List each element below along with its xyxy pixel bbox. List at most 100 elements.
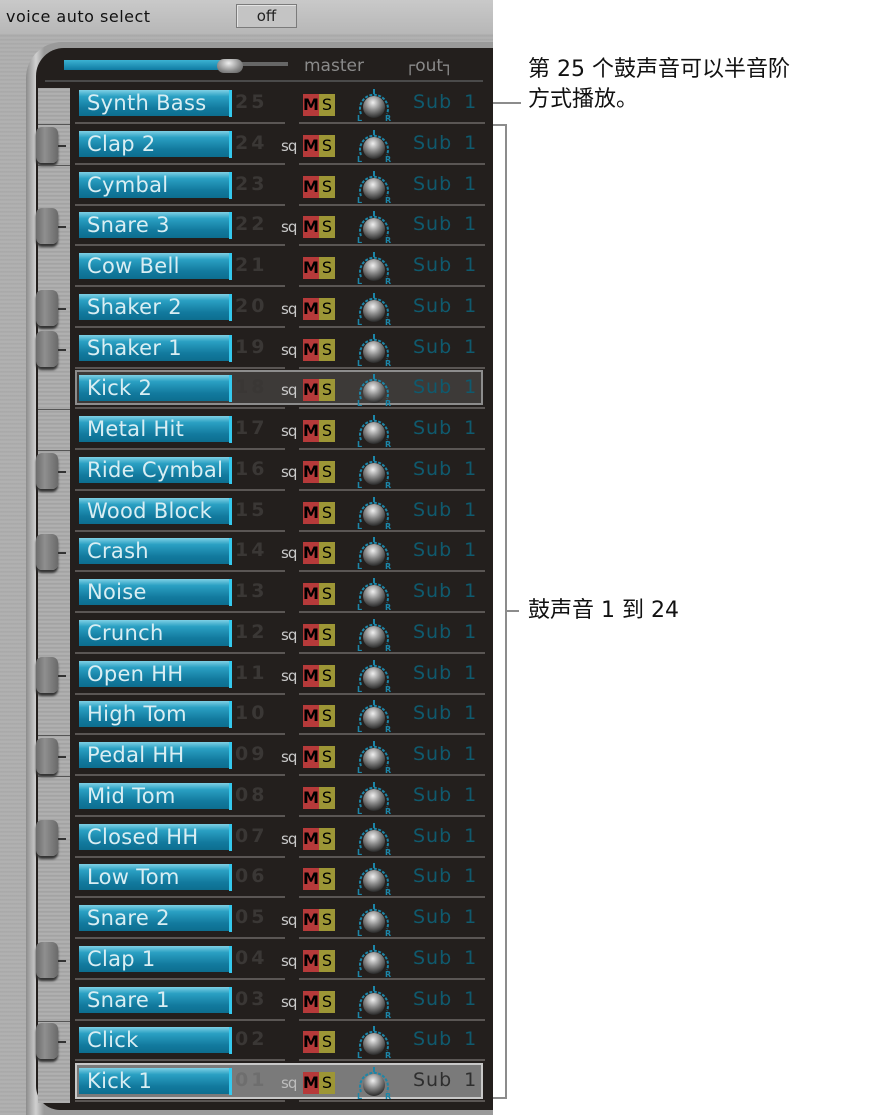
voice-row[interactable]: Ride Cymbal 16 sq M S L R Sub 1 bbox=[73, 451, 485, 491]
output-selector[interactable]: Sub 1 bbox=[413, 825, 483, 847]
group-handle[interactable] bbox=[36, 1023, 58, 1060]
pan-knob[interactable]: LR bbox=[355, 494, 393, 530]
mute-button[interactable]: M bbox=[303, 990, 319, 1013]
voice-row[interactable]: Cymbal 23 M S L R Sub 1 bbox=[73, 166, 485, 206]
voice-row[interactable]: High Tom 10 M S L R Sub 1 bbox=[73, 695, 485, 736]
pan-knob[interactable]: LR bbox=[355, 331, 393, 367]
output-selector[interactable]: Sub 1 bbox=[413, 417, 483, 439]
output-selector[interactable]: Sub 1 bbox=[413, 376, 483, 398]
group-handle[interactable] bbox=[36, 534, 58, 571]
mute-button[interactable]: M bbox=[303, 664, 319, 687]
pan-knob[interactable]: LR bbox=[355, 575, 393, 611]
solo-button[interactable]: S bbox=[319, 786, 335, 809]
voice-row[interactable]: Snare 3 22 sq M S L R Sub 1 bbox=[73, 206, 485, 247]
solo-button[interactable]: S bbox=[319, 94, 335, 116]
pan-knob[interactable]: LR bbox=[355, 249, 393, 285]
group-handle[interactable] bbox=[36, 452, 58, 489]
pan-knob[interactable]: LR bbox=[355, 208, 393, 244]
output-selector[interactable]: Sub 1 bbox=[413, 336, 483, 358]
group-handle[interactable] bbox=[36, 941, 58, 978]
voice-row[interactable]: Synth Bass 25 M S L R Sub 1 bbox=[73, 84, 485, 124]
group-handle[interactable] bbox=[36, 208, 58, 245]
voice-name-field[interactable]: Noise bbox=[79, 579, 229, 605]
solo-button[interactable]: S bbox=[319, 868, 335, 891]
output-selector[interactable]: Sub 1 bbox=[413, 580, 483, 602]
voice-row[interactable]: Crunch 12 sq M S L R Sub 1 bbox=[73, 614, 485, 654]
mute-button[interactable]: M bbox=[303, 379, 319, 402]
solo-button[interactable]: S bbox=[319, 420, 335, 442]
output-selector[interactable]: Sub 1 bbox=[413, 621, 483, 643]
pan-knob[interactable]: LR bbox=[355, 168, 393, 204]
solo-button[interactable]: S bbox=[319, 216, 335, 239]
solo-button[interactable]: S bbox=[319, 379, 335, 402]
voice-name-field[interactable]: Cow Bell bbox=[79, 253, 229, 279]
output-selector[interactable]: Sub 1 bbox=[413, 702, 483, 724]
voice-name-field[interactable]: Pedal HH bbox=[79, 742, 229, 768]
voice-name-field[interactable]: Clap 1 bbox=[79, 945, 229, 972]
solo-button[interactable]: S bbox=[319, 990, 335, 1013]
mute-button[interactable]: M bbox=[303, 909, 319, 931]
voice-row[interactable]: Snare 2 05 sq M S L R Sub 1 bbox=[73, 899, 485, 939]
voice-name-field[interactable]: Shaker 2 bbox=[79, 293, 229, 320]
mute-button[interactable]: M bbox=[303, 460, 319, 483]
voice-name-field[interactable]: Ride Cymbal bbox=[79, 456, 229, 483]
voice-row[interactable]: Noise 13 M S L R Sub 1 bbox=[73, 573, 485, 613]
mute-button[interactable]: M bbox=[303, 501, 319, 524]
voice-name-field[interactable]: Cymbal bbox=[79, 171, 229, 198]
output-selector[interactable]: Sub 1 bbox=[413, 1028, 483, 1050]
voice-name-field[interactable]: Low Tom bbox=[79, 864, 229, 891]
mute-button[interactable]: M bbox=[303, 542, 319, 565]
voice-row[interactable]: Snare 1 03 sq M S L R Sub 1 bbox=[73, 981, 485, 1021]
voice-name-field[interactable]: Shaker 1 bbox=[79, 334, 229, 361]
output-selector[interactable]: Sub 1 bbox=[413, 1069, 483, 1091]
voice-name-field[interactable]: Snare 2 bbox=[79, 905, 229, 931]
voice-row[interactable]: Shaker 2 20 sq M S L R Sub 1 bbox=[73, 288, 485, 328]
mute-button[interactable]: M bbox=[303, 1031, 319, 1054]
output-selector[interactable]: Sub 1 bbox=[413, 173, 483, 195]
group-handle[interactable] bbox=[36, 330, 58, 367]
mute-button[interactable]: M bbox=[303, 338, 319, 361]
pan-knob[interactable]: LR bbox=[355, 534, 393, 570]
mute-button[interactable]: M bbox=[303, 827, 319, 850]
group-handle[interactable] bbox=[36, 738, 58, 774]
pan-knob[interactable]: LR bbox=[355, 820, 393, 856]
solo-button[interactable]: S bbox=[319, 134, 335, 157]
pan-knob[interactable]: LR bbox=[355, 901, 393, 937]
pan-knob[interactable]: LR bbox=[355, 290, 393, 326]
mute-button[interactable]: M bbox=[303, 420, 319, 442]
voice-row[interactable]: Metal Hit 17 sq M S L R Sub 1 bbox=[73, 410, 485, 450]
voice-auto-select-toggle[interactable]: off bbox=[236, 4, 297, 28]
output-selector[interactable]: Sub 1 bbox=[413, 539, 483, 561]
voice-name-field[interactable]: Snare 3 bbox=[79, 212, 229, 239]
voice-name-field[interactable]: Wood Block bbox=[79, 497, 229, 524]
output-selector[interactable]: Sub 1 bbox=[413, 865, 483, 887]
mute-button[interactable]: M bbox=[303, 297, 319, 320]
voice-name-field[interactable]: Metal Hit bbox=[79, 416, 229, 442]
voice-row[interactable]: Closed HH 07 sq M S L R Sub 1 bbox=[73, 818, 485, 858]
solo-button[interactable]: S bbox=[319, 1072, 335, 1094]
voice-name-field[interactable]: Closed HH bbox=[79, 823, 229, 850]
output-selector[interactable]: Sub 1 bbox=[413, 499, 483, 521]
output-selector[interactable]: Sub 1 bbox=[413, 91, 483, 113]
group-handle[interactable] bbox=[36, 289, 58, 326]
output-selector[interactable]: Sub 1 bbox=[413, 662, 483, 684]
output-selector[interactable]: Sub 1 bbox=[413, 213, 483, 235]
solo-button[interactable]: S bbox=[319, 746, 335, 768]
mute-button[interactable]: M bbox=[303, 786, 319, 809]
mute-button[interactable]: M bbox=[303, 583, 319, 605]
voice-name-field[interactable]: Click bbox=[79, 1027, 229, 1054]
voice-name-field[interactable]: Mid Tom bbox=[79, 782, 229, 809]
group-handle[interactable] bbox=[36, 656, 58, 693]
pan-knob[interactable]: LR bbox=[355, 779, 393, 815]
solo-button[interactable]: S bbox=[319, 501, 335, 524]
solo-button[interactable]: S bbox=[319, 827, 335, 850]
voice-row[interactable]: Click 02 M S L R Sub 1 bbox=[73, 1021, 485, 1062]
pan-knob[interactable]: LR bbox=[355, 1064, 393, 1100]
mute-button[interactable]: M bbox=[303, 623, 319, 646]
voice-name-field[interactable]: High Tom bbox=[79, 701, 229, 728]
output-selector[interactable]: Sub 1 bbox=[413, 132, 483, 154]
voice-row[interactable]: Crash 14 sq M S L R Sub 1 bbox=[73, 532, 485, 573]
pan-knob[interactable]: LR bbox=[355, 371, 393, 407]
mute-button[interactable]: M bbox=[303, 1072, 319, 1094]
pan-knob[interactable]: LR bbox=[355, 983, 393, 1019]
